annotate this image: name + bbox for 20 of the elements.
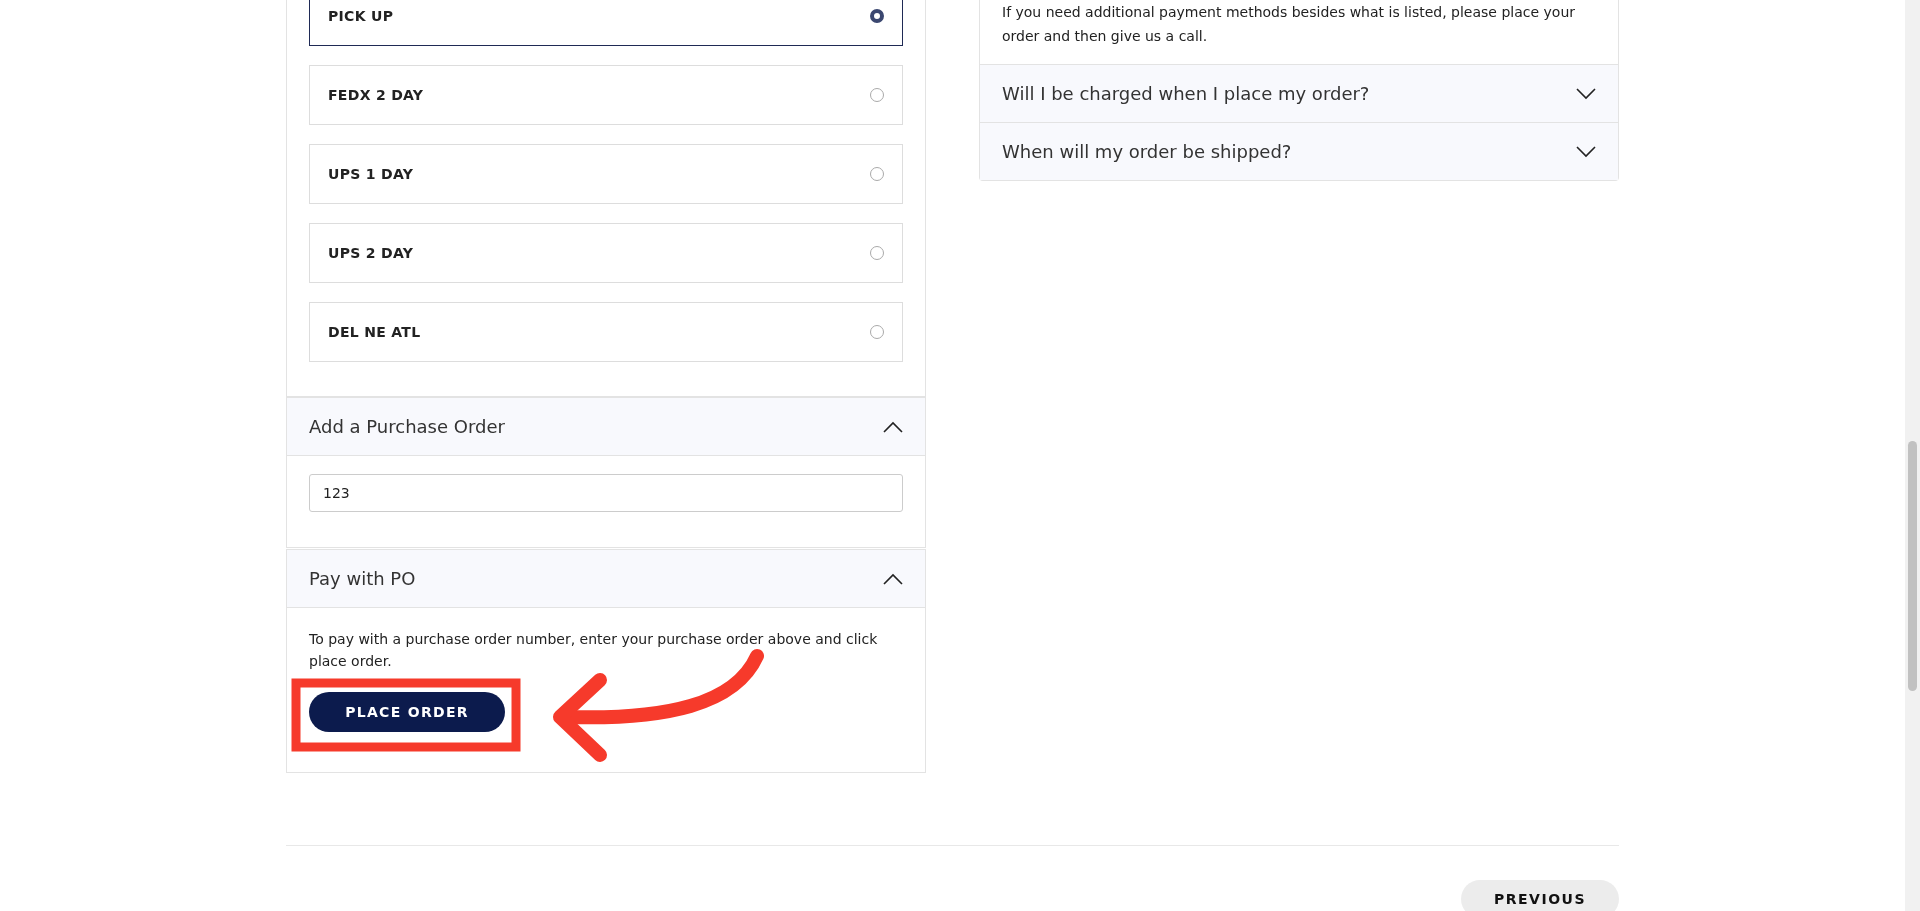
input-field[interactable]: 123 [309,474,903,512]
shipping-option[interactable]: FEDX 2 DAY [309,65,903,125]
shipping-option[interactable]: DEL NE ATL [309,302,903,362]
payment-note: If you need additional payment methods besides what is listed, please place your order and then give us a call. [1001,3,1576,46]
chevron-icon [883,572,903,585]
radio-button[interactable] [870,9,884,23]
chevron-icon [883,420,903,433]
faq-question[interactable]: When will my order be shipped? [980,122,1618,180]
shipping-option[interactable]: PICK UP [309,0,903,46]
section-header[interactable]: Add a Purchase Order [287,397,925,456]
chevron-icon [1576,87,1596,100]
faq-question[interactable]: Will I be charged when I place my order? [980,64,1618,122]
instructions-text: To pay with a purchase order number, enter your purchase order above and click place order. [309,630,879,671]
chevron-icon [1576,145,1596,158]
shipping-option[interactable]: UPS 2 DAY [309,223,903,283]
section-header[interactable]: Pay with PO [287,549,925,608]
shipping-option[interactable]: UPS 1 DAY [309,144,903,204]
previous-button[interactable]: PREVIOUS [1461,880,1619,911]
scrollbar[interactable] [1905,0,1920,911]
place-order-button[interactable]: PLACE ORDER [309,692,505,732]
